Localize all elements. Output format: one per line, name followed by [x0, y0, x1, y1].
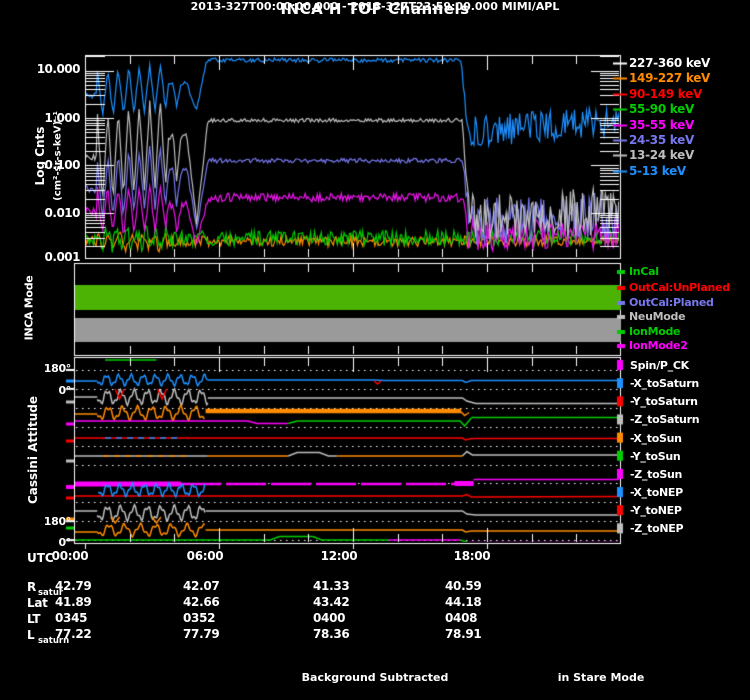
mode-legend-label: NeuMode — [629, 310, 686, 323]
attitude-legend-label: -X_toNEP — [630, 486, 683, 500]
ephemeris-value: 77.22 — [55, 627, 92, 641]
attitude-degree-tick-label: 180° — [43, 362, 72, 375]
ephemeris-value: 44.18 — [445, 595, 482, 609]
tof-y-tick-label: 0.001 — [44, 250, 81, 264]
footer-note-background: Background Subtracted — [301, 671, 449, 684]
channel-legend-label: 90-149 keV — [629, 86, 702, 101]
ephemeris-row-label: L — [27, 628, 35, 642]
time-range-subtitle: 2013-327T00:00:00.000 - 2013-327T23:59:0… — [190, 0, 560, 13]
mode-legend-label: OutCal:Planed — [629, 296, 714, 309]
tof-y-axis-label: Log Cnts — [33, 126, 47, 186]
ephemeris-value: 41.89 — [55, 595, 92, 609]
attitude-panel-label: Cassini Attitude — [26, 395, 40, 505]
ephemeris-value: 0400 — [313, 611, 346, 625]
attitude-degree-tick-label: 180° — [43, 515, 72, 528]
mode-legend-label: IonMode2 — [629, 339, 688, 352]
tof-y-tick-label: 10.000 — [36, 62, 81, 76]
utc-tick-label: 12:00 — [320, 549, 358, 563]
ephemeris-value: 40.59 — [445, 579, 482, 593]
utc-tick-label: 00:00 — [51, 549, 89, 563]
ephemeris-value: 43.42 — [313, 595, 350, 609]
ephemeris-value: 41.33 — [313, 579, 350, 593]
ephemeris-value: 42.07 — [183, 579, 220, 593]
attitude-legend-label: -Z_toSun — [630, 467, 683, 481]
utc-tick-label: 18:00 — [453, 549, 491, 563]
mode-legend-label: InCal — [629, 265, 659, 278]
ephemeris-value: 0408 — [445, 611, 478, 625]
ephemeris-row-label: LT — [27, 612, 41, 626]
tof-y-tick-label: 0.010 — [44, 206, 81, 220]
attitude-legend-label: -Z_toNEP — [630, 522, 684, 536]
mode-legend-label: IonMode — [629, 325, 681, 338]
attitude-degree-tick-label: 0° — [58, 384, 71, 397]
ephemeris-row-label: R — [27, 580, 36, 594]
channel-legend-label: 13-24 keV — [629, 148, 694, 163]
channel-legend-label: 149-227 keV — [629, 71, 711, 86]
attitude-legend-label: -Y_toSun — [630, 449, 681, 463]
attitude-degree-tick-label: 0° — [58, 536, 71, 549]
ephemeris-row-label: Lat — [27, 596, 48, 610]
tof-y-tick-label: 1.000 — [44, 111, 81, 125]
channel-legend-label: 55-90 keV — [629, 102, 694, 117]
attitude-legend-label: -Y_toSaturn — [630, 395, 698, 409]
ephemeris-value: 0352 — [183, 611, 216, 625]
mode-legend-label: OutCal:UnPlaned — [629, 281, 730, 294]
attitude-legend-label: -X_toSun — [630, 431, 682, 445]
mimi-inca-summary-plot: INCA H TOF Channels 2013-327T00:00:00.00… — [0, 0, 750, 700]
ephemeris-value: 77.79 — [183, 627, 220, 641]
mode-panel-label: INCA Mode — [22, 275, 36, 341]
attitude-legend-label: -X_toSaturn — [630, 377, 699, 391]
channel-legend-label: 35-55 keV — [629, 117, 694, 132]
channel-legend-label: 5-13 keV — [629, 163, 686, 178]
footer-note-stare-mode: in Stare Mode — [557, 671, 645, 684]
ephemeris-value: 78.36 — [313, 627, 350, 641]
attitude-legend-label: Spin/P_CK — [630, 359, 689, 372]
tof-y-tick-label: 0.100 — [44, 158, 81, 172]
channel-legend-label: 24-35 keV — [629, 133, 694, 147]
utc-tick-label: 06:00 — [186, 549, 224, 563]
attitude-legend-label: -Z_toSaturn — [630, 413, 700, 427]
attitude-legend-label: -Y_toNEP — [630, 504, 682, 518]
ephemeris-value: 42.66 — [183, 595, 220, 609]
ephemeris-value: 78.91 — [445, 627, 482, 641]
ephemeris-value: 0345 — [55, 611, 88, 625]
channel-legend-label: 227-360 keV — [629, 56, 711, 70]
ephemeris-value: 42.79 — [55, 579, 92, 593]
